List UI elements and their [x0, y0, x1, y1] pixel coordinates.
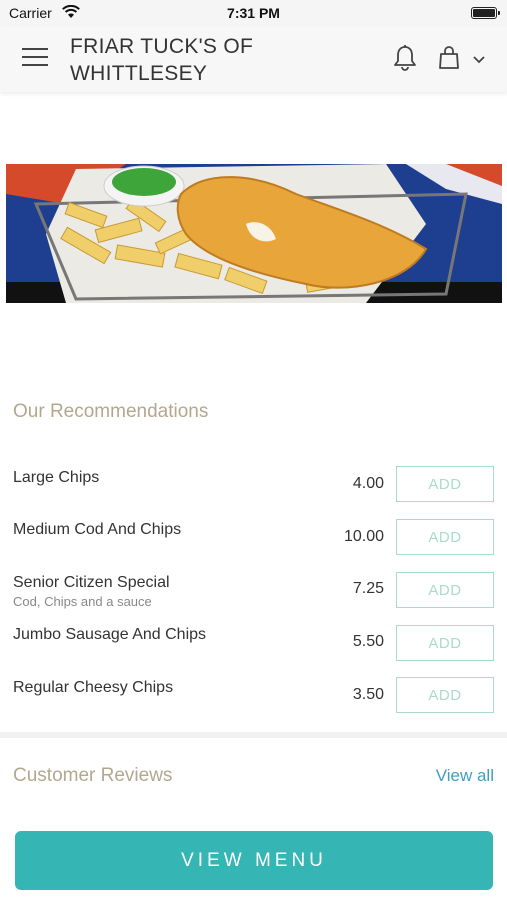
status-bar: Carrier 7:31 PM [0, 0, 507, 26]
item-name: Senior Citizen Special [13, 574, 170, 591]
bell-icon[interactable] [392, 44, 418, 72]
section-divider [0, 732, 507, 738]
add-button[interactable]: ADD [396, 519, 494, 555]
add-button[interactable]: ADD [396, 677, 494, 713]
view-all-reviews-link[interactable]: View all [436, 766, 494, 786]
item-description: Cod, Chips and a sauce [13, 594, 152, 609]
status-time: 7:31 PM [227, 5, 280, 21]
recommendations-title: Our Recommendations [13, 401, 209, 422]
item-name: Medium Cod And Chips [13, 521, 182, 538]
add-button[interactable]: ADD [396, 466, 494, 502]
reviews-title: Customer Reviews [13, 765, 173, 786]
add-button[interactable]: ADD [396, 625, 494, 661]
item-price: 5.50 [352, 633, 384, 650]
recommendation-item: Senior Citizen Special Cod, Chips and a … [0, 572, 507, 624]
shopping-bag-icon[interactable] [438, 46, 460, 70]
item-price: 3.50 [352, 686, 384, 703]
item-price: 4.00 [352, 475, 384, 492]
chevron-down-icon[interactable] [472, 54, 486, 64]
recommendation-item: Large Chips 4.00 ADD [0, 466, 507, 518]
app-header: FRIAR TUCK'S OF WHITTLESEY [0, 26, 507, 92]
add-button[interactable]: ADD [396, 572, 494, 608]
view-menu-button[interactable]: VIEW MENU [15, 831, 493, 890]
recommendation-item: Jumbo Sausage And Chips 5.50 ADD [0, 625, 507, 677]
menu-icon[interactable] [22, 48, 48, 68]
battery-icon [471, 7, 500, 19]
hero-image [6, 164, 502, 303]
item-name: Large Chips [13, 469, 100, 486]
recommendation-item: Regular Cheesy Chips 3.50 ADD [0, 677, 507, 729]
item-price: 7.25 [352, 580, 384, 597]
item-price: 10.00 [343, 528, 384, 545]
fish-and-chips-image [6, 164, 502, 303]
recommendation-item: Medium Cod And Chips 10.00 ADD [0, 519, 507, 571]
item-name: Regular Cheesy Chips [13, 679, 174, 696]
restaurant-title: FRIAR TUCK'S OF WHITTLESEY [70, 35, 254, 85]
item-name: Jumbo Sausage And Chips [13, 626, 207, 643]
